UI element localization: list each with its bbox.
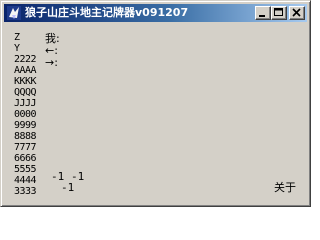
- card-row-q: QQQQ: [14, 87, 37, 98]
- card-row-4: 4444: [14, 175, 37, 186]
- card-row-7: 7777: [14, 142, 37, 153]
- card-row-9: 9999: [14, 120, 37, 131]
- minimize-button[interactable]: [255, 6, 271, 20]
- main-window: 狼子山庄斗地主记牌器v091207 Z Y 2222 AAAA KKKK QQQ…: [0, 0, 311, 207]
- close-icon: [292, 8, 301, 17]
- player-legend: 我: ←: →:: [45, 33, 60, 69]
- card-row-5: 5555: [14, 164, 37, 175]
- card-row-8: 8888: [14, 131, 37, 142]
- card-row-10: 0000: [14, 109, 37, 120]
- maximize-icon: [274, 8, 283, 16]
- maximize-button[interactable]: [271, 6, 287, 20]
- card-row-j: JJJJ: [14, 98, 37, 109]
- about-link[interactable]: 关于: [274, 179, 296, 195]
- legend-right-player: →:: [45, 56, 58, 69]
- card-row-6: 6666: [14, 153, 37, 164]
- close-button[interactable]: [289, 6, 305, 20]
- card-row-k: KKKK: [14, 76, 37, 87]
- minimize-icon: [259, 15, 265, 17]
- count-value: -1: [61, 181, 75, 194]
- app-icon[interactable]: [6, 5, 22, 21]
- card-row-3: 3333: [14, 186, 37, 197]
- client-area: Z Y 2222 AAAA KKKK QQQQ JJJJ 0000 9999 8…: [4, 23, 307, 203]
- window-title: 狼子山庄斗地主记牌器v091207: [25, 6, 189, 19]
- title-bar[interactable]: 狼子山庄斗地主记牌器v091207: [4, 4, 307, 22]
